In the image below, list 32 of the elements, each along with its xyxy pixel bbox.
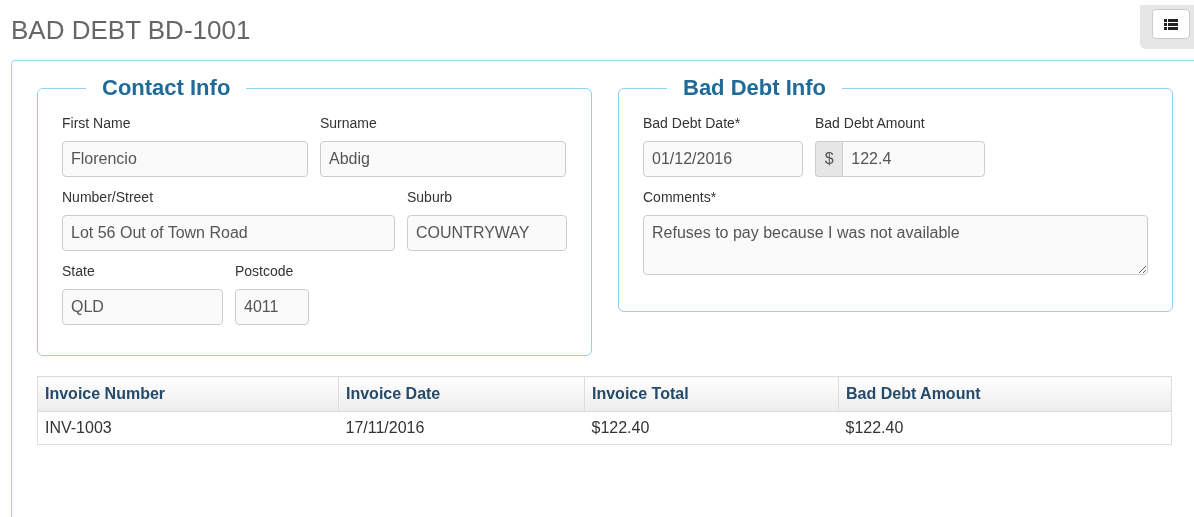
list-icon: [1164, 18, 1178, 30]
field-label: Comments*: [643, 189, 718, 205]
field-label: Bad Debt Amount: [815, 115, 926, 131]
input-field[interactable]: 01/12/2016: [643, 141, 803, 177]
page-title: BAD DEBT BD-1001: [11, 15, 251, 47]
input-field[interactable]: Abdig: [320, 141, 566, 177]
field-label: Bad Debt Date*: [643, 115, 742, 131]
currency-addon: $: [815, 141, 843, 177]
section-legend: Contact Info: [86, 75, 247, 101]
input-field[interactable]: COUNTRYWAY: [407, 215, 567, 251]
field-label: State: [62, 263, 96, 279]
column-header: Invoice Date: [338, 376, 585, 412]
section-legend: Bad Debt Info: [667, 75, 842, 101]
column-header: Invoice Total: [584, 376, 839, 412]
field-label: First Name: [62, 115, 132, 131]
field-label: Surname: [320, 115, 378, 131]
field-label: Number/Street: [62, 189, 155, 205]
table-cell: $122.40: [584, 411, 839, 445]
column-header: Invoice Number: [37, 376, 339, 412]
table-cell: $122.40: [838, 411, 1172, 445]
comments-field[interactable]: Refuses to pay because I was not available: [643, 215, 1148, 275]
field-label: Suburb: [407, 189, 454, 205]
input-field[interactable]: Lot 56 Out of Town Road: [62, 215, 395, 251]
input-field[interactable]: QLD: [62, 289, 223, 325]
field-label: Postcode: [235, 263, 295, 279]
table-cell: 17/11/2016: [338, 411, 585, 445]
menu-button[interactable]: [1152, 9, 1190, 39]
input-field[interactable]: Florencio: [62, 141, 308, 177]
table-cell: INV-1003: [37, 411, 339, 445]
input-field[interactable]: 4011: [235, 289, 309, 325]
column-header: Bad Debt Amount: [838, 376, 1172, 412]
input-field[interactable]: 122.4: [842, 141, 985, 177]
